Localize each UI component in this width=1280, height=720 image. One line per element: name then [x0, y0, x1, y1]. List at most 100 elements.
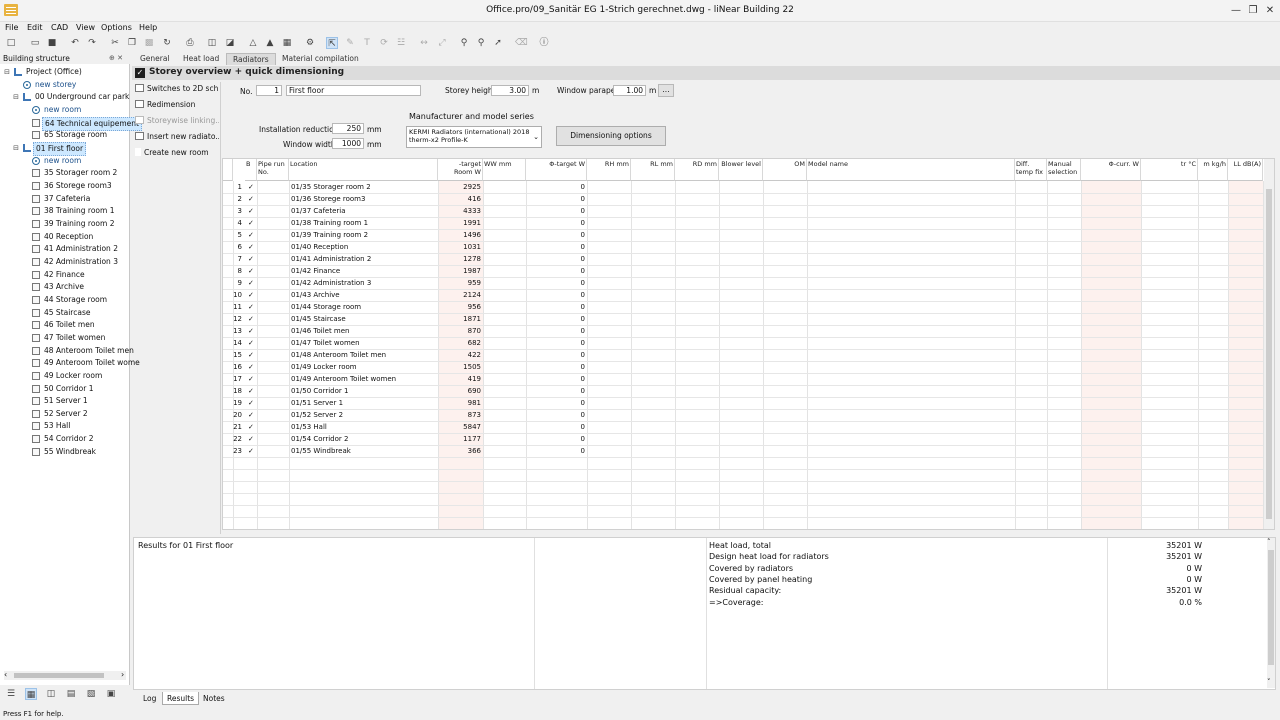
location-cell[interactable]: 01/46 Toilet men [290, 325, 438, 337]
layout-icon[interactable]: ◫ [206, 37, 218, 49]
target-load-cell[interactable]: 956 [438, 301, 482, 313]
row-check-icon[interactable]: ✓ [247, 337, 257, 349]
location-cell[interactable]: 01/40 Reception [290, 241, 438, 253]
pencil-icon[interactable]: ✎ [344, 37, 356, 49]
column-header[interactable]: tr °C [1141, 159, 1198, 181]
new-file-icon[interactable]: □ [5, 37, 17, 49]
row-check-icon[interactable]: ✓ [247, 181, 257, 193]
column-header[interactable]: Diff. temp fix [1015, 159, 1047, 181]
text-icon[interactable]: T [361, 37, 373, 49]
results-scrollbar[interactable]: ˄ ˅ [1267, 538, 1275, 688]
phi-target-cell[interactable]: 0 [526, 325, 586, 337]
phi-target-cell[interactable]: 0 [526, 313, 586, 325]
info-icon[interactable]: ⓘ [538, 37, 550, 49]
row-check-icon[interactable]: ✓ [247, 205, 257, 217]
column-header[interactable]: Φ-target W [526, 159, 587, 181]
row-check-icon[interactable]: ✓ [247, 397, 257, 409]
target-load-cell[interactable]: 1031 [438, 241, 482, 253]
row-check-icon[interactable]: ✓ [247, 289, 257, 301]
location-cell[interactable]: 01/48 Anteroom Toilet men [290, 349, 438, 361]
target-load-cell[interactable]: 1177 [438, 433, 482, 445]
location-cell[interactable]: 01/35 Storager room 2 [290, 181, 438, 193]
target-load-cell[interactable]: 682 [438, 337, 482, 349]
storey-height-field[interactable]: 3.00 [491, 85, 529, 96]
row-number[interactable]: 8 [223, 265, 243, 277]
tree-icon[interactable]: ☳ [395, 37, 407, 49]
location-cell[interactable]: 01/53 Hall [290, 421, 438, 433]
grid-vscroll-thumb[interactable] [1266, 189, 1272, 519]
rotate-icon[interactable]: ⟳ [378, 37, 390, 49]
row-number[interactable]: 20 [223, 409, 243, 421]
row-check-icon[interactable]: ✓ [247, 265, 257, 277]
more-button[interactable]: ... [658, 84, 674, 97]
close-icon[interactable]: ✕ [1260, 3, 1280, 19]
warning-icon[interactable]: △ [247, 37, 259, 49]
column-header[interactable]: RL mm [631, 159, 675, 181]
row-check-icon[interactable]: ✓ [247, 409, 257, 421]
row-number[interactable]: 18 [223, 385, 243, 397]
menu-cad[interactable]: CAD [51, 23, 68, 32]
column-header[interactable]: -target Room W [438, 159, 483, 181]
structure-view-icon[interactable]: ◫ [45, 688, 57, 700]
pin-icon[interactable]: ⊕ ✕ [109, 53, 123, 64]
phi-target-cell[interactable]: 0 [526, 421, 586, 433]
tree-hscroll-thumb[interactable] [14, 673, 104, 678]
column-header[interactable]: Blower level [719, 159, 763, 181]
row-check-icon[interactable]: ✓ [247, 277, 257, 289]
target-load-cell[interactable]: 419 [438, 373, 482, 385]
column-header[interactable]: Pipe run No. [257, 159, 289, 181]
target-load-cell[interactable]: 416 [438, 193, 482, 205]
phi-target-cell[interactable]: 0 [526, 445, 586, 457]
row-number[interactable]: 7 [223, 253, 243, 265]
menu-file[interactable]: File [5, 23, 18, 32]
storey-no-field[interactable]: 1 [256, 85, 282, 96]
action-redimension[interactable]: Redimension [135, 98, 219, 111]
location-cell[interactable]: 01/44 Storage room [290, 301, 438, 313]
phi-target-cell[interactable]: 0 [526, 373, 586, 385]
target-load-cell[interactable]: 870 [438, 325, 482, 337]
target-load-cell[interactable]: 2124 [438, 289, 482, 301]
expander-icon[interactable]: ⊟ [12, 142, 20, 154]
tab-log[interactable]: Log [139, 692, 160, 705]
column-header[interactable]: B [245, 159, 257, 181]
phi-target-cell[interactable]: 0 [526, 181, 586, 193]
phi-target-cell[interactable]: 0 [526, 349, 586, 361]
menu-options[interactable]: Options [101, 23, 132, 32]
print-icon[interactable]: ⎙ [184, 37, 196, 49]
column-header[interactable]: WW mm [483, 159, 526, 181]
phi-target-cell[interactable]: 0 [526, 433, 586, 445]
pick-icon[interactable]: ➚ [492, 37, 504, 49]
phi-target-cell[interactable]: 0 [526, 241, 586, 253]
tree-hscrollbar[interactable]: ‹ › [4, 670, 126, 680]
location-cell[interactable]: 01/39 Training room 2 [290, 229, 438, 241]
row-check-icon[interactable]: ✓ [247, 193, 257, 205]
phi-target-cell[interactable]: 0 [526, 289, 586, 301]
scroll-right-icon[interactable]: › [121, 670, 124, 679]
column-header[interactable] [223, 159, 233, 181]
calc-icon[interactable]: ▦ [281, 37, 293, 49]
column-header[interactable]: m kg/h [1198, 159, 1228, 181]
phi-target-cell[interactable]: 0 [526, 205, 586, 217]
grid-vscrollbar[interactable] [1264, 159, 1274, 529]
target-load-cell[interactable]: 1278 [438, 253, 482, 265]
target-load-cell[interactable]: 873 [438, 409, 482, 421]
phi-target-cell[interactable]: 0 [526, 277, 586, 289]
delete-icon[interactable]: ⌫ [515, 37, 528, 49]
phi-target-cell[interactable]: 0 [526, 361, 586, 373]
target-load-cell[interactable]: 366 [438, 445, 482, 457]
target-load-cell[interactable]: 422 [438, 349, 482, 361]
tab-results[interactable]: Results [162, 692, 200, 705]
column-header[interactable]: LL dB(A) [1228, 159, 1263, 181]
target-load-cell[interactable]: 5847 [438, 421, 482, 433]
column-header[interactable]: Φ-curr. W [1081, 159, 1141, 181]
row-check-icon[interactable]: ✓ [247, 373, 257, 385]
phi-target-cell[interactable]: 0 [526, 397, 586, 409]
row-check-icon[interactable]: ✓ [247, 301, 257, 313]
row-check-icon[interactable]: ✓ [247, 433, 257, 445]
target-load-cell[interactable]: 1991 [438, 217, 482, 229]
save-icon[interactable]: ■ [46, 37, 58, 49]
location-cell[interactable]: 01/51 Server 1 [290, 397, 438, 409]
dimension-icon[interactable]: ↔ [418, 37, 430, 49]
panel-view-icon[interactable]: ▣ [105, 688, 117, 700]
undo-icon[interactable]: ↶ [69, 37, 81, 49]
